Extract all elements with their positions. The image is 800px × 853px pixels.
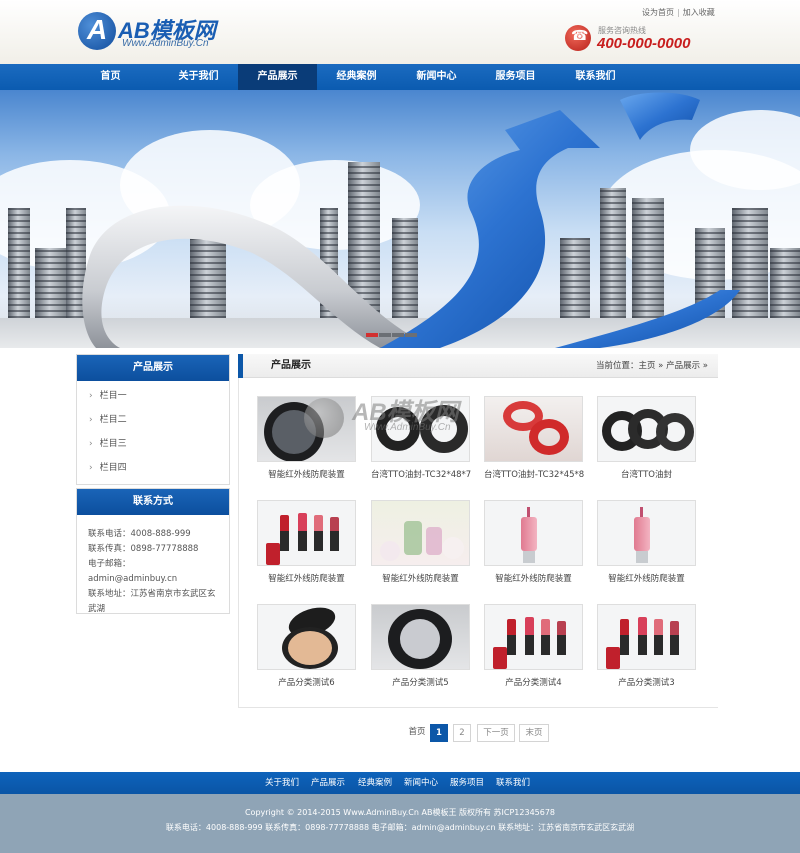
contact-address: 联系地址：江苏省南京市玄武区玄武湖 [88, 589, 216, 614]
product-name[interactable]: 产品分类测试6 [257, 676, 356, 688]
slide-dot[interactable] [366, 333, 378, 337]
main-nav: 首页 关于我们 产品展示 经典案例 新闻中心 服务项目 联系我们 [0, 64, 800, 90]
growth-arrow-graphic [82, 92, 740, 348]
sidebar-item-category-1[interactable]: 栏目一 [77, 384, 229, 408]
product-image[interactable] [371, 396, 470, 462]
site-header: AB模板网 Www.AdminBuy.Cn 设为首页|加入收藏 服务咨询热线 4… [0, 0, 800, 64]
contact-fax: 联系传真：0898-77778888 [88, 544, 199, 554]
breadcrumb-separator: » [658, 361, 664, 371]
site-footer: Copyright © 2014-2015 Www.AdminBuy.Cn AB… [0, 794, 800, 853]
contact-sidebar: 联系方式 联系电话：4008-888-999 联系传真：0898-7777888… [76, 488, 230, 614]
footer-nav: 关于我们 产品展示 经典案例 新闻中心 服务项目 联系我们 [0, 772, 800, 794]
product-name[interactable]: 智能红外线防爬装置 [597, 572, 696, 584]
slide-indicator [366, 329, 418, 340]
contact-info: 联系电话：4008-888-999 联系传真：0898-77778888 电子邮… [77, 515, 229, 629]
product-card[interactable]: 智能红外线防爬装置 [257, 396, 356, 480]
product-name[interactable]: 产品分类测试3 [597, 676, 696, 688]
product-image[interactable] [371, 604, 470, 670]
nav-item-contact[interactable]: 联系我们 [556, 64, 635, 90]
footer-copyright: Copyright © 2014-2015 Www.AdminBuy.Cn AB… [244, 808, 556, 817]
nav-item-cases[interactable]: 经典案例 [317, 64, 396, 90]
site-logo[interactable]: AB模板网 Www.AdminBuy.Cn [78, 12, 238, 52]
product-card[interactable]: 产品分类测试4 [484, 604, 583, 688]
nav-item-about[interactable]: 关于我们 [159, 64, 238, 90]
footer-link-services[interactable]: 服务项目 [450, 772, 484, 794]
footer-link-contact[interactable]: 联系我们 [496, 772, 530, 794]
product-name[interactable]: 产品分类测试4 [484, 676, 583, 688]
product-name[interactable]: 台湾TTO油封-TC32*45*8 [484, 468, 584, 480]
product-card[interactable]: 台湾TTO油封-TC32*48*7 [371, 396, 471, 480]
product-card[interactable]: 智能红外线防爬装置 [597, 500, 696, 584]
slide-dot[interactable] [405, 333, 417, 337]
product-name[interactable]: 产品分类测试5 [371, 676, 470, 688]
sidebar-item-category-2[interactable]: 栏目二 [77, 408, 229, 432]
footer-link-news[interactable]: 新闻中心 [404, 772, 438, 794]
contact-phone: 联系电话：4008-888-999 [88, 529, 191, 539]
pager-last[interactable]: 末页 [519, 724, 549, 742]
product-image[interactable] [371, 500, 470, 566]
breadcrumb-home-link[interactable]: 主页 [638, 361, 655, 371]
product-name[interactable]: 智能红外线防爬装置 [257, 572, 356, 584]
product-name[interactable]: 智能红外线防爬装置 [257, 468, 356, 480]
contact-email: 电子邮箱：admin@adminbuy.cn [88, 559, 178, 584]
product-image[interactable] [597, 396, 696, 462]
product-card[interactable]: 智能红外线防爬装置 [257, 500, 356, 584]
product-image[interactable] [257, 604, 356, 670]
hero-banner [0, 90, 800, 348]
pager-page-1[interactable]: 1 [430, 724, 448, 742]
sidebar-item-category-4[interactable]: 栏目四 [77, 456, 229, 480]
footer-link-cases[interactable]: 经典案例 [358, 772, 392, 794]
product-image[interactable] [597, 500, 696, 566]
product-image[interactable] [484, 396, 583, 462]
nav-item-home[interactable]: 首页 [71, 64, 150, 90]
slide-dot[interactable] [379, 333, 391, 337]
footer-contact: 联系电话：4008-888-999 联系传真：0898-77778888 电子邮… [165, 823, 635, 832]
product-card[interactable]: 产品分类测试6 [257, 604, 356, 688]
slide-dot[interactable] [392, 333, 404, 337]
pager-first[interactable]: 首页 [404, 724, 430, 742]
nav-item-news[interactable]: 新闻中心 [397, 64, 476, 90]
product-name[interactable]: 台湾TTO油封-TC32*48*7 [371, 468, 471, 480]
footer-link-products[interactable]: 产品展示 [311, 772, 345, 794]
product-card[interactable]: 产品分类测试3 [597, 604, 696, 688]
breadcrumb-separator: » [702, 361, 708, 371]
nav-item-services[interactable]: 服务项目 [476, 64, 555, 90]
product-name[interactable]: 智能红外线防爬装置 [484, 572, 583, 584]
breadcrumb-current-link[interactable]: 产品展示 [666, 361, 700, 371]
sidebar-item-category-3[interactable]: 栏目三 [77, 432, 229, 456]
product-card[interactable]: 智能红外线防爬装置 [484, 500, 583, 584]
breadcrumb: 当前位置：主页 » 产品展示 » [596, 354, 708, 378]
footer-link-about[interactable]: 关于我们 [265, 772, 299, 794]
product-image[interactable] [484, 604, 583, 670]
product-card[interactable]: 台湾TTO油封 [597, 396, 696, 480]
top-links: 设为首页 | 加入收藏 [642, 7, 715, 18]
product-card[interactable]: 智能红外线防爬装置 [371, 500, 470, 584]
product-image[interactable] [597, 604, 696, 670]
product-image[interactable] [257, 500, 356, 566]
divider: | [677, 8, 680, 17]
category-sidebar-title: 产品展示 [77, 355, 229, 381]
product-image[interactable] [484, 500, 583, 566]
section-title: 产品展示 [271, 360, 311, 371]
breadcrumb-prefix: 当前位置： [595, 361, 639, 371]
section-header: 产品展示 当前位置：主页 » 产品展示 » [238, 354, 718, 378]
product-card[interactable]: 产品分类测试5 [371, 604, 470, 688]
product-card[interactable]: 台湾TTO油封-TC32*45*8 [484, 396, 584, 480]
category-sidebar: 产品展示 栏目一 栏目二 栏目三 栏目四 [76, 354, 230, 485]
add-favorite-link[interactable]: 加入收藏 [683, 8, 715, 17]
product-image[interactable] [257, 396, 356, 462]
product-name[interactable]: 台湾TTO油封 [597, 468, 696, 480]
phone-icon [565, 25, 591, 51]
pager-next[interactable]: 下一页 [477, 724, 515, 742]
set-homepage-link[interactable]: 设为首页 [642, 8, 674, 17]
contact-sidebar-title: 联系方式 [77, 489, 229, 515]
product-name[interactable]: 智能红外线防爬装置 [371, 572, 470, 584]
hotline-number: 400-000-0000 [597, 35, 691, 52]
logo-emblem-icon [78, 12, 116, 50]
nav-item-products[interactable]: 产品展示 [238, 64, 317, 90]
pager-page-2[interactable]: 2 [453, 724, 471, 742]
logo-subtitle: Www.AdminBuy.Cn [122, 38, 209, 49]
